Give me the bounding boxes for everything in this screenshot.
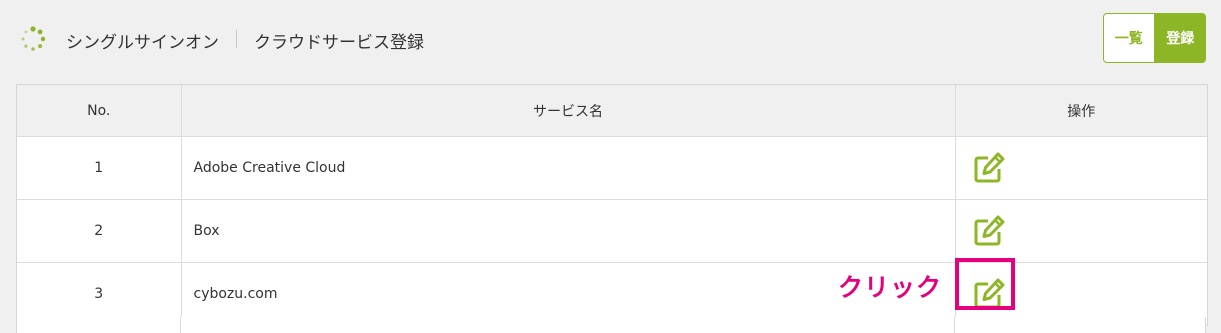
table-row: 1 Adobe Creative Cloud xyxy=(17,136,1207,200)
edit-icon[interactable] xyxy=(972,214,1006,248)
row-actions xyxy=(954,136,1207,200)
spinner-dots-icon xyxy=(21,26,46,51)
page-title: クラウドサービス登録 xyxy=(254,33,424,53)
row-number: 1 xyxy=(17,136,182,200)
page-header: シングルサインオン クラウドサービス登録 一覧 登録 xyxy=(0,0,1221,80)
table-row: 2 Box xyxy=(17,199,1207,263)
column-divider xyxy=(954,317,955,333)
column-header-no: No. xyxy=(17,85,182,137)
click-highlight-box xyxy=(955,258,1015,310)
service-name: Adobe Creative Cloud xyxy=(180,136,956,200)
app-title: シングルサインオン xyxy=(66,33,219,53)
edit-icon[interactable] xyxy=(972,151,1006,185)
service-table: No. サービス名 操作 1 Adobe Creative Cloud 2 Bo… xyxy=(16,84,1208,326)
register-button[interactable]: 登録 xyxy=(1154,13,1206,63)
table-row-partial xyxy=(16,317,1206,333)
list-button[interactable]: 一覧 xyxy=(1103,13,1155,63)
column-header-actions: 操作 xyxy=(954,85,1207,137)
column-divider xyxy=(180,317,181,333)
service-name: Box xyxy=(180,199,956,263)
column-header-service-name: サービス名 xyxy=(180,85,956,137)
row-actions xyxy=(954,199,1207,263)
table-header-row: No. サービス名 操作 xyxy=(17,85,1207,137)
row-number: 2 xyxy=(17,199,182,263)
view-toggle: 一覧 登録 xyxy=(1103,13,1206,63)
click-annotation-label: クリック xyxy=(838,273,943,302)
title-separator xyxy=(236,30,237,48)
